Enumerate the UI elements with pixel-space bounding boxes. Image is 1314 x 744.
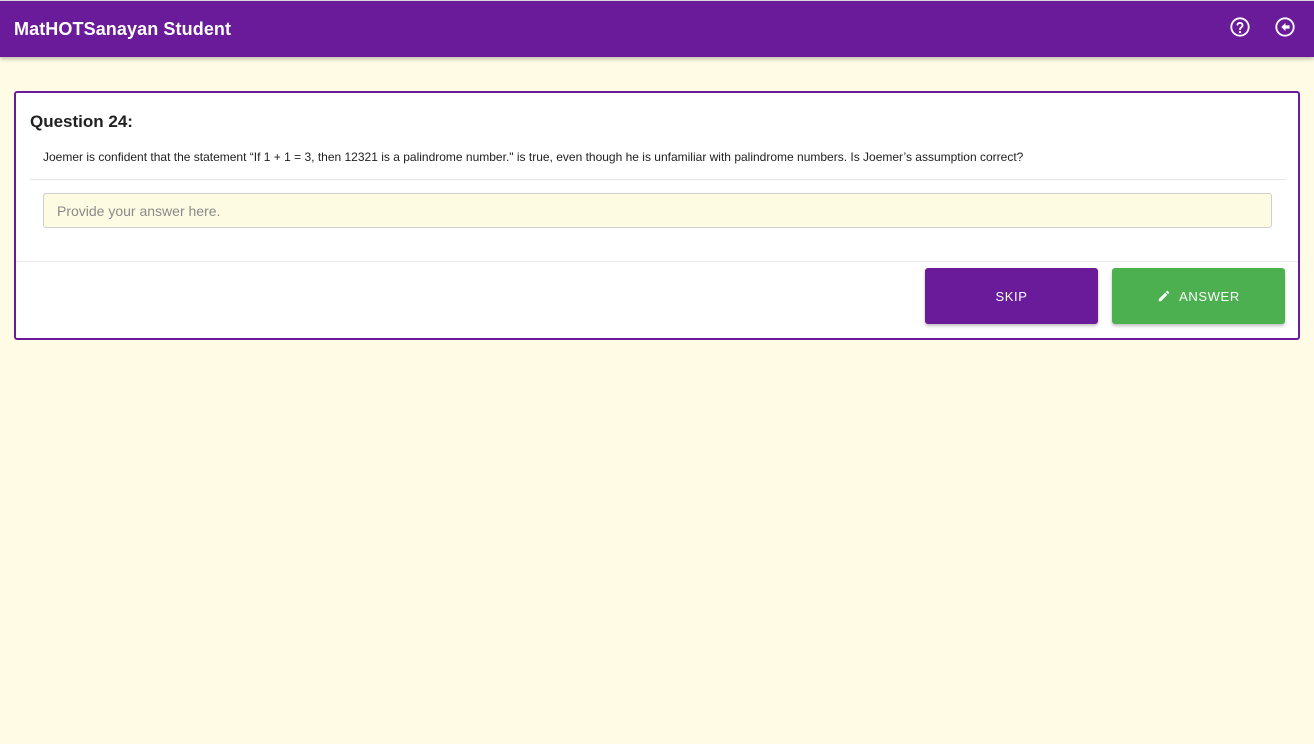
answer-input[interactable]	[43, 193, 1272, 228]
back-circle-icon	[1274, 16, 1296, 43]
help-button[interactable]	[1225, 14, 1255, 44]
card-actions-divider	[16, 261, 1298, 262]
skip-button-label: SKIP	[995, 288, 1028, 304]
question-text: Joemer is confident that the statement “…	[43, 150, 1024, 164]
skip-button[interactable]: SKIP	[925, 268, 1098, 324]
question-title: Question 24:	[30, 112, 133, 131]
divider	[30, 179, 1286, 180]
back-button[interactable]	[1270, 14, 1300, 44]
pencil-icon	[1157, 289, 1171, 303]
app-bar-actions	[1225, 14, 1300, 44]
question-card: Question 24: Joemer is confident that th…	[14, 91, 1300, 340]
answer-button-label: ANSWER	[1179, 288, 1240, 304]
app-bar: MatHOTSanayan Student	[0, 0, 1314, 57]
app-title: MatHOTSanayan Student	[14, 18, 232, 39]
help-circle-icon	[1229, 16, 1251, 43]
answer-button[interactable]: ANSWER	[1112, 268, 1285, 324]
